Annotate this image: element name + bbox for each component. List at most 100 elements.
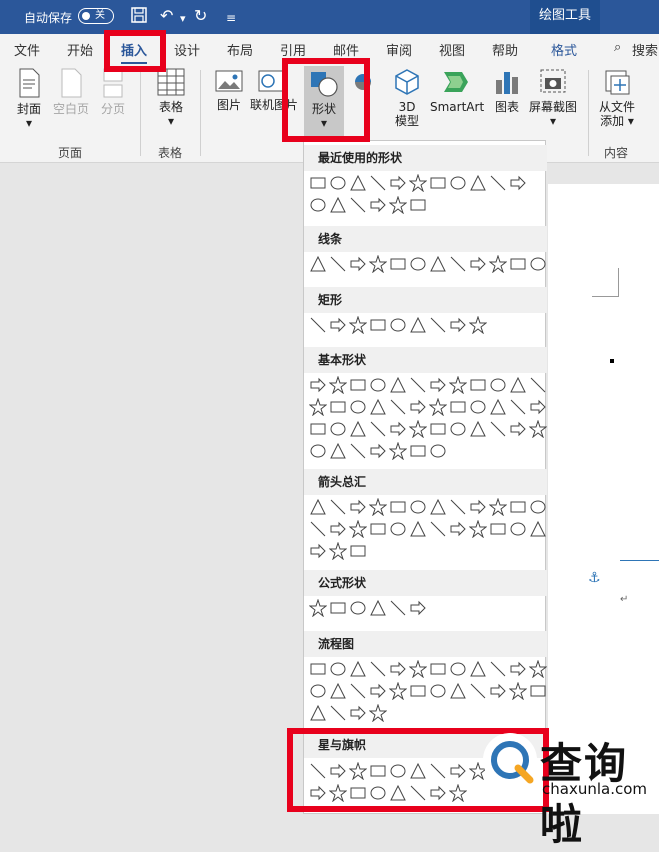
shape-thumbnail[interactable] [488,397,508,417]
tab-review[interactable]: 审阅 [386,40,412,59]
shape-thumbnail[interactable] [428,254,448,274]
save-icon[interactable] [130,6,148,29]
shape-thumbnail[interactable] [308,441,328,461]
shape-thumbnail[interactable] [328,397,348,417]
table-button[interactable]: 表格 ▾ [154,68,188,128]
shape-thumbnail[interactable] [388,659,408,679]
shape-thumbnail[interactable] [448,315,468,335]
shape-thumbnail[interactable] [328,173,348,193]
shape-thumbnail[interactable] [348,497,368,517]
shape-thumbnail[interactable] [428,397,448,417]
shape-thumbnail[interactable] [388,441,408,461]
shape-thumbnail[interactable] [368,173,388,193]
add-from-file-button[interactable]: 从文件 添加 ▾ [596,68,638,128]
shape-thumbnail[interactable] [388,195,408,215]
shape-thumbnail[interactable] [308,173,328,193]
shape-thumbnail[interactable] [348,375,368,395]
shape-thumbnail[interactable] [448,375,468,395]
shape-thumbnail[interactable] [468,519,488,539]
shape-thumbnail[interactable] [388,315,408,335]
shape-thumbnail[interactable] [328,519,348,539]
shape-thumbnail[interactable] [508,681,528,701]
shape-thumbnail[interactable] [448,397,468,417]
shape-thumbnail[interactable] [328,419,348,439]
shape-thumbnail[interactable] [408,315,428,335]
tab-design[interactable]: 设计 [174,40,200,59]
undo-dropdown-icon[interactable]: ▾ [180,9,186,29]
shape-thumbnail[interactable] [308,598,328,618]
shape-thumbnail[interactable] [308,315,328,335]
tab-file[interactable]: 文件 [14,40,40,59]
shape-thumbnail[interactable] [388,598,408,618]
redo-icon[interactable]: ↻ [194,6,207,26]
shape-thumbnail[interactable] [328,681,348,701]
shape-thumbnail[interactable] [528,397,548,417]
shape-thumbnail[interactable] [348,195,368,215]
shape-thumbnail[interactable] [488,375,508,395]
shape-thumbnail[interactable] [448,173,468,193]
shape-thumbnail[interactable] [308,375,328,395]
shape-thumbnail[interactable] [508,173,528,193]
autosave-toggle[interactable]: 关 [78,8,114,24]
shape-thumbnail[interactable] [308,541,328,561]
shape-thumbnail[interactable] [348,441,368,461]
shape-thumbnail[interactable] [468,173,488,193]
shape-thumbnail[interactable] [348,315,368,335]
shape-thumbnail[interactable] [328,541,348,561]
shape-thumbnail[interactable] [348,173,368,193]
shape-thumbnail[interactable] [528,419,548,439]
shape-thumbnail[interactable] [408,397,428,417]
shape-thumbnail[interactable] [408,659,428,679]
shape-thumbnail[interactable] [508,254,528,274]
search-label[interactable]: 搜索 [632,40,658,59]
shape-thumbnail[interactable] [388,397,408,417]
shape-thumbnail[interactable] [448,419,468,439]
shape-thumbnail[interactable] [428,441,448,461]
shape-thumbnail[interactable] [428,519,448,539]
shape-thumbnail[interactable] [368,519,388,539]
shape-thumbnail[interactable] [428,173,448,193]
shape-thumbnail[interactable] [328,497,348,517]
blank-page-button[interactable]: 空白页 [50,68,92,116]
document-page[interactable]: ⚓ ↵ [548,184,659,814]
shape-thumbnail[interactable] [468,419,488,439]
shape-thumbnail[interactable] [448,659,468,679]
tab-view[interactable]: 视图 [439,40,465,59]
tab-layout[interactable]: 布局 [227,40,253,59]
tab-mailings[interactable]: 邮件 [333,40,359,59]
shape-thumbnail[interactable] [348,598,368,618]
shape-thumbnail[interactable] [508,419,528,439]
shape-thumbnail[interactable] [368,598,388,618]
shape-thumbnail[interactable] [428,681,448,701]
undo-icon[interactable]: ↶ [160,6,173,26]
shape-thumbnail[interactable] [328,195,348,215]
shape-thumbnail[interactable] [388,497,408,517]
shape-thumbnail[interactable] [308,397,328,417]
shape-thumbnail[interactable] [448,254,468,274]
shape-thumbnail[interactable] [408,419,428,439]
shape-thumbnail[interactable] [348,541,368,561]
shape-thumbnail[interactable] [348,254,368,274]
shape-thumbnail[interactable] [348,703,368,723]
shape-thumbnail[interactable] [508,519,528,539]
shape-thumbnail[interactable] [408,441,428,461]
shape-thumbnail[interactable] [428,315,448,335]
shape-thumbnail[interactable] [308,497,328,517]
shape-thumbnail[interactable] [408,375,428,395]
shape-thumbnail[interactable] [368,441,388,461]
shape-thumbnail[interactable] [428,419,448,439]
shape-thumbnail[interactable] [408,681,428,701]
shape-thumbnail[interactable] [388,375,408,395]
shape-thumbnail[interactable] [348,397,368,417]
shape-thumbnail[interactable] [308,703,328,723]
chart-button[interactable]: 图表 [492,68,522,114]
shape-line[interactable] [620,560,659,561]
shape-thumbnail[interactable] [488,659,508,679]
shape-thumbnail[interactable] [328,254,348,274]
selected-shape-handle[interactable] [610,359,614,363]
shape-thumbnail[interactable] [408,254,428,274]
shape-thumbnail[interactable] [488,497,508,517]
shape-thumbnail[interactable] [488,519,508,539]
tab-help[interactable]: 帮助 [492,40,518,59]
shape-thumbnail[interactable] [468,315,488,335]
